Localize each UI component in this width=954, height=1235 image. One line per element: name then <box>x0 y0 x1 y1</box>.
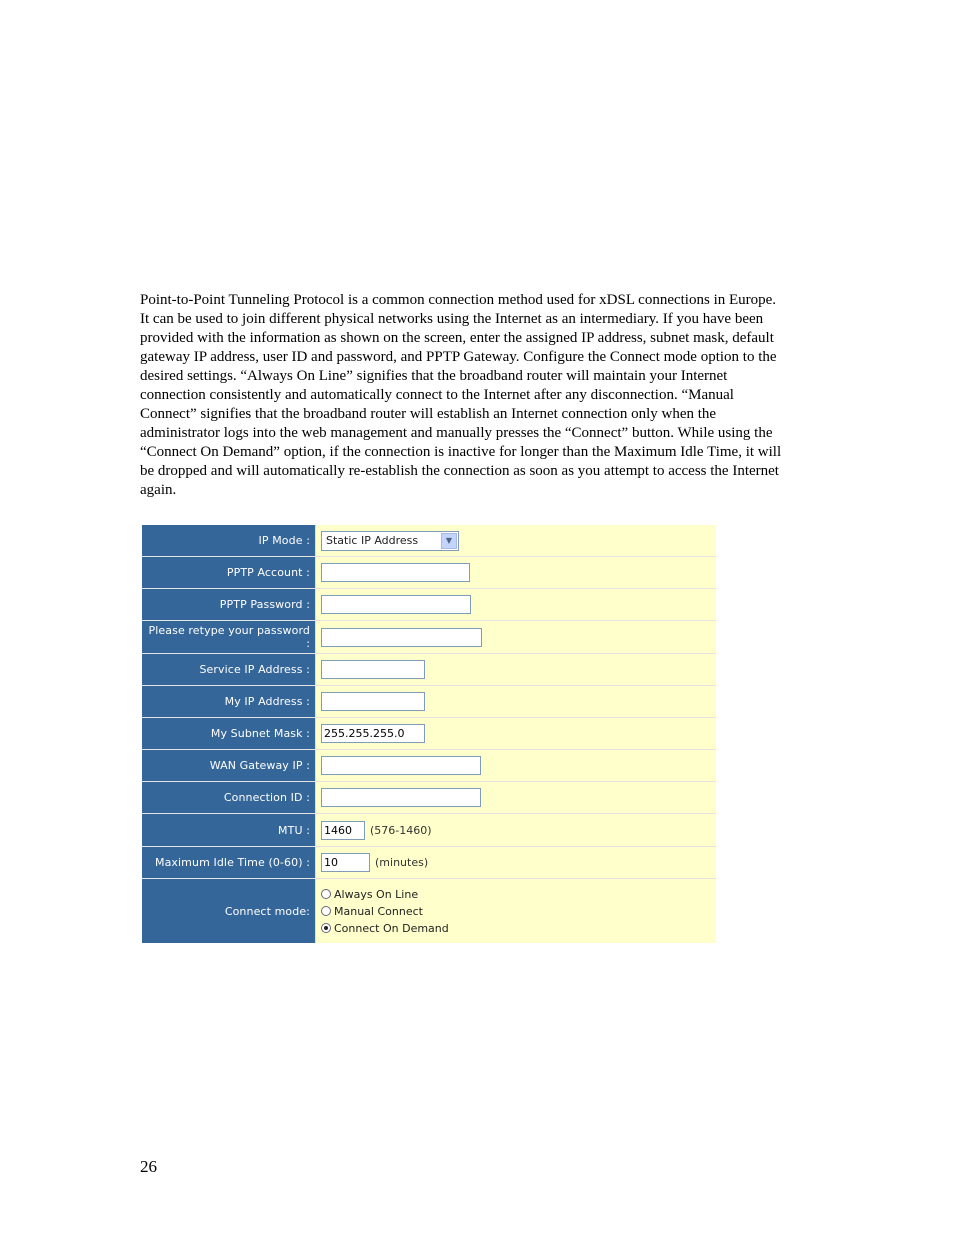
radio-label: Always On Line <box>334 887 419 901</box>
radio-button-selected-icon[interactable] <box>321 923 331 933</box>
mtu-input[interactable] <box>321 820 365 840</box>
paragraph-line: It can be used to join different physica… <box>140 311 764 327</box>
my-ip-label: My IP Address : <box>142 686 316 717</box>
paragraph-line: desired settings. “Always On Line” signi… <box>140 368 728 384</box>
idle-time-input[interactable] <box>321 853 370 872</box>
ip-mode-selected: Static IP Address <box>326 534 419 547</box>
pptp-account-cell <box>316 557 716 588</box>
my-ip-input[interactable] <box>321 692 425 711</box>
connect-mode-cell: Always On Line Manual Connect Connect On… <box>316 879 716 943</box>
retype-password-input[interactable] <box>321 627 482 647</box>
row-mtu: MTU : (576-1460) <box>142 814 716 847</box>
ip-mode-cell: Static IP Address ▼ <box>316 525 716 556</box>
radio-label: Connect On Demand <box>334 921 449 935</box>
paragraph-line: provided with the information as shown o… <box>140 330 774 346</box>
paragraph-line: connection consistently and automaticall… <box>140 387 734 403</box>
paragraph-line: gateway IP address, user ID and password… <box>140 349 777 365</box>
pptp-account-input[interactable] <box>321 563 470 582</box>
ip-mode-label: IP Mode : <box>142 525 316 556</box>
row-idle-time: Maximum Idle Time (0-60) : (minutes) <box>142 847 716 879</box>
radio-button-icon[interactable] <box>321 889 331 899</box>
idle-time-label: Maximum Idle Time (0-60) : <box>142 847 316 878</box>
row-connection-id: Connection ID : <box>142 782 716 814</box>
wan-gateway-cell <box>316 750 716 781</box>
row-my-ip: My IP Address : <box>142 686 716 718</box>
connect-mode-label: Connect mode: <box>142 879 316 943</box>
document-page: Point-to-Point Tunneling Protocol is a c… <box>0 0 954 1235</box>
row-pptp-account: PPTP Account : <box>142 557 716 589</box>
radio-connect-on-demand[interactable]: Connect On Demand <box>321 922 449 935</box>
row-ip-mode: IP Mode : Static IP Address ▼ <box>142 525 716 557</box>
service-ip-cell <box>316 654 716 685</box>
ip-mode-select[interactable]: Static IP Address ▼ <box>321 530 459 551</box>
mtu-hint: (576-1460) <box>370 823 432 837</box>
connection-id-label: Connection ID : <box>142 782 316 813</box>
retype-password-label: Please retype your password : <box>142 621 316 653</box>
paragraph-line: again. <box>140 482 177 498</box>
paragraph-line: “Connect On Demand” option, if the conne… <box>140 444 782 460</box>
wan-gateway-input[interactable] <box>321 756 481 775</box>
paragraph-line: Point-to-Point Tunneling Protocol is a c… <box>140 292 777 308</box>
idle-time-hint: (minutes) <box>375 856 429 869</box>
idle-time-cell: (minutes) <box>316 847 716 878</box>
subnet-mask-input[interactable] <box>321 724 425 743</box>
connection-id-input[interactable] <box>321 788 481 807</box>
radio-label: Manual Connect <box>334 904 423 918</box>
radio-manual-connect[interactable]: Manual Connect <box>321 905 449 918</box>
service-ip-label: Service IP Address : <box>142 654 316 685</box>
row-pptp-password: PPTP Password : <box>142 589 716 621</box>
pptp-password-label: PPTP Password : <box>142 589 316 620</box>
pptp-password-cell <box>316 589 716 620</box>
subnet-mask-label: My Subnet Mask : <box>142 718 316 749</box>
chevron-down-icon[interactable]: ▼ <box>441 532 457 549</box>
subnet-mask-cell <box>316 718 716 749</box>
pptp-password-input[interactable] <box>321 595 471 614</box>
connection-id-cell <box>316 782 716 813</box>
row-service-ip: Service IP Address : <box>142 654 716 686</box>
radio-button-icon[interactable] <box>321 906 331 916</box>
connect-mode-radio-group: Always On Line Manual Connect Connect On… <box>321 884 449 939</box>
row-retype-password: Please retype your password : <box>142 621 716 654</box>
description-paragraph: Point-to-Point Tunneling Protocol is a c… <box>140 291 781 500</box>
radio-always-on-line[interactable]: Always On Line <box>321 888 449 901</box>
pptp-settings-form: IP Mode : Static IP Address ▼ PPTP Accou… <box>142 525 716 943</box>
page-number: 26 <box>140 1157 157 1176</box>
row-subnet-mask: My Subnet Mask : <box>142 718 716 750</box>
mtu-cell: (576-1460) <box>316 814 716 846</box>
paragraph-line: Connect” signifies that the broadband ro… <box>140 406 717 422</box>
paragraph-line: be dropped and will automatically re-est… <box>140 463 779 479</box>
row-connect-mode: Connect mode: Always On Line Manual Conn… <box>142 879 716 943</box>
mtu-label: MTU : <box>142 814 316 846</box>
wan-gateway-label: WAN Gateway IP : <box>142 750 316 781</box>
pptp-account-label: PPTP Account : <box>142 557 316 588</box>
service-ip-input[interactable] <box>321 660 425 679</box>
paragraph-line: administrator logs into the web manageme… <box>140 425 773 441</box>
retype-password-cell <box>316 621 716 653</box>
row-wan-gateway: WAN Gateway IP : <box>142 750 716 782</box>
my-ip-cell <box>316 686 716 717</box>
